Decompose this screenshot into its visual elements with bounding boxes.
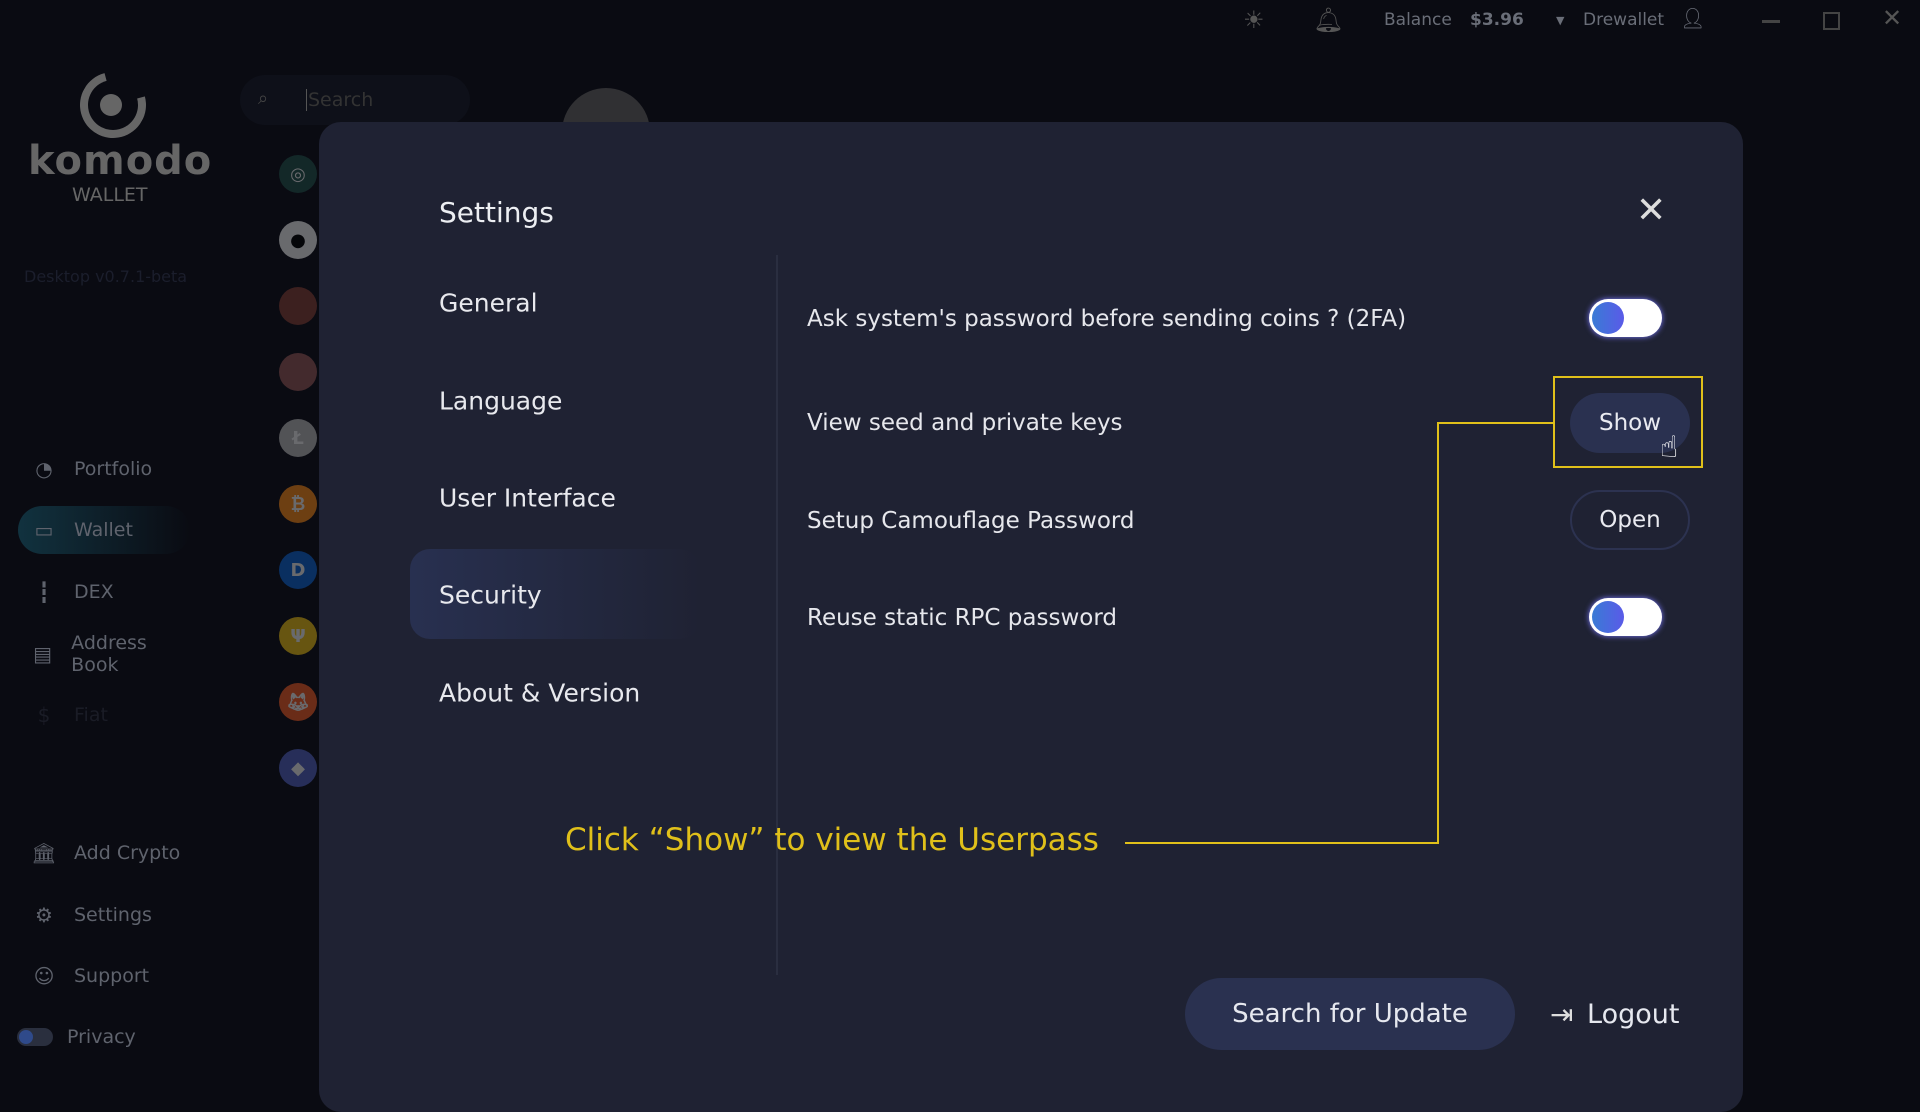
sidebar-item-dex[interactable]: ┇ DEX	[18, 568, 190, 616]
settings-title: Settings	[439, 196, 554, 229]
user-icon[interactable]: 👤︎	[1680, 6, 1705, 30]
sidebar-item-wallet[interactable]: ▭ Wallet	[18, 506, 190, 554]
2fa-label: Ask system's password before sending coi…	[807, 306, 1407, 332]
tab-security[interactable]: Security	[439, 581, 542, 610]
logout-icon[interactable]: ⇥	[1550, 998, 1573, 1031]
window-close-button[interactable]: ✕	[1882, 4, 1902, 32]
rpc-password-toggle[interactable]	[1589, 598, 1662, 636]
tab-language[interactable]: Language	[439, 387, 562, 416]
divider	[776, 255, 778, 975]
dex-icon: ┇	[37, 580, 51, 604]
address-book-icon: ▤	[33, 642, 53, 666]
sidebar-item-add-crypto[interactable]: 🏛︎ Add Crypto	[18, 829, 190, 877]
sidebar-item-settings[interactable]: ⚙ Settings	[18, 891, 190, 939]
support-icon: ☺	[33, 964, 55, 988]
komodo-logo-dot	[100, 94, 122, 116]
camouflage-label: Setup Camouflage Password	[807, 508, 1135, 534]
sidebar-item-privacy[interactable]: Privacy	[0, 1013, 172, 1061]
hand-cursor-icon: ☝	[1660, 430, 1679, 465]
sidebar-item-label: Support	[74, 965, 150, 987]
sidebar-item-support[interactable]: ☺ Support	[18, 952, 190, 1000]
close-icon[interactable]: ✕	[1636, 190, 1666, 231]
logo-text: komodo	[28, 138, 213, 184]
wallet-dropdown-caret-icon[interactable]: ▼	[1556, 14, 1564, 27]
sidebar-item-address-book[interactable]: ▤ Address Book	[18, 630, 190, 678]
sidebar-item-label: Fiat	[74, 704, 108, 726]
version-text: Desktop v0.7.1-beta	[24, 267, 188, 286]
coin-btc-icon[interactable]: ₿	[279, 485, 317, 523]
seed-keys-label: View seed and private keys	[807, 410, 1123, 436]
maximize-button[interactable]	[1823, 12, 1840, 30]
coin-kmd-icon[interactable]: ◎	[279, 155, 317, 193]
annotation-text: Click “Show” to view the Userpass	[565, 822, 1099, 858]
coin-avatar-icon[interactable]	[279, 287, 317, 325]
wallet-name[interactable]: Drewallet	[1583, 10, 1664, 30]
coin-shib-icon[interactable]: 🦊︎	[279, 683, 317, 721]
balance-value: $3.96	[1470, 10, 1524, 30]
sidebar-item-fiat[interactable]: $ Fiat	[18, 691, 190, 739]
tab-general[interactable]: General	[439, 289, 538, 318]
notification-bell-icon[interactable]: 🔔︎	[1313, 6, 1343, 34]
theme-sun-icon[interactable]: ☀	[1243, 6, 1265, 34]
open-button[interactable]: Open	[1570, 490, 1690, 550]
sidebar-item-label: Add Crypto	[74, 842, 181, 864]
tab-user-interface[interactable]: User Interface	[439, 484, 616, 513]
gear-icon: ⚙	[35, 903, 53, 927]
sidebar-item-label: Settings	[74, 904, 152, 926]
sidebar-item-label: DEX	[74, 581, 114, 603]
privacy-toggle[interactable]	[17, 1028, 53, 1046]
annotation-line	[1437, 422, 1439, 843]
balance-label: Balance	[1384, 10, 1452, 30]
search-input[interactable]: Search	[306, 89, 373, 111]
annotation-highlight-box	[1553, 376, 1703, 468]
coin-eth-icon[interactable]: ◆	[279, 749, 317, 787]
sidebar-item-label: Wallet	[74, 519, 133, 541]
wallet-icon: ▭	[34, 518, 54, 542]
sidebar-item-label: Address Book	[71, 632, 147, 676]
bank-icon: 🏛︎	[31, 841, 57, 865]
coin-yellow-icon[interactable]: Ψ	[279, 617, 317, 655]
annotation-line	[1438, 422, 1553, 424]
annotation-line	[1125, 842, 1439, 844]
sidebar-item-label: Portfolio	[74, 458, 153, 480]
fiat-icon: $	[37, 703, 51, 727]
search-for-update-button[interactable]: Search for Update	[1185, 978, 1515, 1050]
sidebar-item-portfolio[interactable]: ◔ Portfolio	[18, 445, 190, 493]
coin-avatar2-icon[interactable]	[279, 353, 317, 391]
logout-button[interactable]: Logout	[1587, 999, 1679, 1030]
sidebar-item-label: Privacy	[67, 1026, 136, 1048]
coin-dgb-icon[interactable]: D	[279, 551, 317, 589]
minimize-button[interactable]	[1762, 20, 1780, 23]
rpc-password-label: Reuse static RPC password	[807, 605, 1117, 631]
coin-ltc-icon[interactable]: Ł	[279, 419, 317, 457]
logo-subtext: WALLET	[72, 184, 148, 206]
coin-panda-icon[interactable]: ●	[279, 221, 317, 259]
search-icon: ⌕	[258, 88, 269, 109]
2fa-toggle[interactable]	[1589, 299, 1662, 337]
tab-about-version[interactable]: About & Version	[439, 679, 640, 708]
portfolio-icon: ◔	[35, 457, 53, 481]
